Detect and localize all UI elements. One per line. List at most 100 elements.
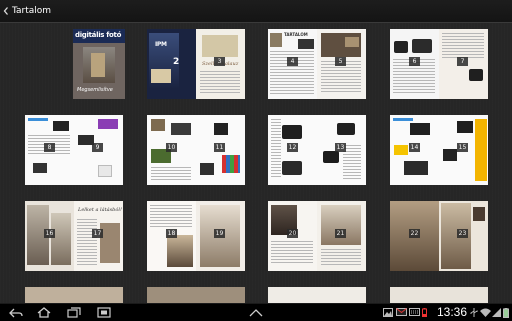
camera-photo bbox=[443, 149, 457, 161]
recent-apps-icon[interactable] bbox=[64, 306, 84, 319]
camera-photo bbox=[323, 151, 339, 163]
text-column bbox=[442, 33, 484, 59]
page-thumbnail-8-9[interactable]: 8 9 bbox=[25, 115, 123, 185]
photo-detail bbox=[345, 37, 359, 47]
photo bbox=[167, 235, 193, 267]
page-thumbnail-4-5[interactable]: TARTALOM 4 5 bbox=[268, 29, 366, 99]
camera-photo bbox=[200, 163, 214, 175]
page-title: Tartalom bbox=[12, 6, 52, 16]
screenshot-icon[interactable] bbox=[94, 306, 114, 319]
signal-icon bbox=[492, 308, 501, 317]
contents-heading: TARTALOM bbox=[284, 32, 308, 37]
page-thumbnail-12-13[interactable]: 12 13 bbox=[268, 115, 366, 185]
page-number: 20 bbox=[287, 229, 298, 238]
spread-title: Lelket a látásból! bbox=[78, 207, 122, 213]
header-bar bbox=[393, 118, 413, 121]
page-thumbnail-24-25[interactable] bbox=[25, 287, 123, 303]
page-number: 13 bbox=[335, 143, 346, 152]
page-number: 7 bbox=[457, 57, 468, 66]
cover-tagline: Megsemlisítve bbox=[77, 87, 113, 93]
camera-photo bbox=[337, 123, 355, 135]
battery-icon bbox=[503, 308, 509, 318]
page-thumbnail-18-19[interactable]: 18 19 bbox=[147, 201, 245, 271]
photo bbox=[100, 223, 120, 263]
page-number: 11 bbox=[214, 143, 225, 152]
camera-photo bbox=[394, 41, 408, 53]
page-number: 6 bbox=[409, 57, 420, 66]
page-number: 18 bbox=[166, 229, 177, 238]
system-nav-bar: 13:36 bbox=[0, 303, 512, 321]
camera-photo bbox=[282, 161, 302, 175]
photo bbox=[51, 213, 71, 265]
camera-photo bbox=[394, 145, 408, 155]
action-bar: Tartalom bbox=[0, 0, 512, 23]
cover-logo: digitális fotó bbox=[75, 31, 122, 39]
page-24-25 bbox=[25, 287, 123, 303]
camera-photo bbox=[98, 165, 112, 177]
page-26-27 bbox=[147, 287, 245, 303]
page-number: 16 bbox=[44, 229, 55, 238]
gallery-icon bbox=[383, 308, 393, 317]
page-number: 9 bbox=[92, 143, 103, 152]
photo bbox=[473, 207, 485, 221]
page-thumbnail-10-11[interactable]: 10 11 bbox=[147, 115, 245, 185]
page-number: 14 bbox=[409, 143, 420, 152]
page-thumbnail-2-3[interactable]: IPM 2 Szellemkalauz 3 bbox=[147, 29, 245, 99]
camera-photo bbox=[214, 123, 228, 135]
camera-photo bbox=[457, 121, 473, 133]
keyboard-icon bbox=[409, 308, 420, 316]
page-number: 21 bbox=[335, 229, 346, 238]
ad-image bbox=[151, 69, 171, 83]
back-icon[interactable] bbox=[6, 306, 26, 319]
camera-photo bbox=[282, 125, 302, 139]
page-thumbnail-grid[interactable]: digitális fotó Megsemlisítve IPM 2 Szell… bbox=[0, 23, 512, 303]
header-bar bbox=[28, 118, 48, 121]
page-number: 12 bbox=[287, 143, 298, 152]
page-thumbnail-28-29[interactable] bbox=[268, 287, 366, 303]
page-thumbnail-6-7[interactable]: 6 7 bbox=[390, 29, 488, 99]
photo bbox=[321, 205, 361, 245]
cover-photo-detail bbox=[91, 53, 105, 77]
page-number: 17 bbox=[92, 229, 103, 238]
usb-icon bbox=[470, 308, 478, 317]
chevron-up-icon[interactable] bbox=[246, 306, 266, 319]
lens-photo bbox=[404, 161, 428, 175]
page-thumbnail-14-15[interactable]: 14 15 bbox=[390, 115, 488, 185]
page-thumbnail-16-17[interactable]: Lelket a látásból! 16 17 bbox=[25, 201, 123, 271]
text-column bbox=[200, 71, 240, 95]
text-column bbox=[271, 241, 313, 265]
page-2: IPM 2 bbox=[147, 29, 196, 99]
photo bbox=[270, 33, 282, 47]
text-column bbox=[321, 249, 361, 265]
page-number: 10 bbox=[166, 143, 177, 152]
page-thumbnail-30-31[interactable] bbox=[390, 287, 488, 303]
home-icon[interactable] bbox=[34, 306, 54, 319]
page-number: 23 bbox=[457, 229, 468, 238]
ad-flag-top: IPM bbox=[155, 41, 167, 48]
battery-low-icon bbox=[422, 308, 427, 317]
lens-photo bbox=[469, 69, 483, 81]
page-number: 8 bbox=[44, 143, 55, 152]
text-column bbox=[271, 119, 281, 179]
page-number: 15 bbox=[457, 143, 468, 152]
page-number: 19 bbox=[214, 229, 225, 238]
cover-page: digitális fotó Megsemlisítve bbox=[73, 29, 125, 99]
chevron-left-icon[interactable] bbox=[0, 0, 12, 22]
camera-photo bbox=[412, 39, 432, 53]
clock: 13:36 bbox=[437, 305, 468, 319]
camera-photo bbox=[33, 163, 47, 173]
camera-photo bbox=[53, 121, 69, 131]
page-thumbnail-20-21[interactable]: 20 21 bbox=[268, 201, 366, 271]
page-number: 22 bbox=[409, 229, 420, 238]
camera-photo bbox=[171, 123, 191, 135]
text-column bbox=[77, 219, 97, 265]
page-thumbnail-22-23[interactable]: 22 23 bbox=[390, 201, 488, 271]
page-28-29 bbox=[268, 287, 366, 303]
photo bbox=[298, 39, 314, 49]
text-column bbox=[151, 167, 191, 181]
page-thumbnail-cover[interactable]: digitális fotó Megsemlisítve bbox=[73, 29, 125, 99]
sidebar-box bbox=[475, 119, 487, 181]
page-thumbnail-26-27[interactable] bbox=[147, 287, 245, 303]
color-chart bbox=[222, 155, 240, 173]
page-number: 5 bbox=[335, 57, 346, 66]
